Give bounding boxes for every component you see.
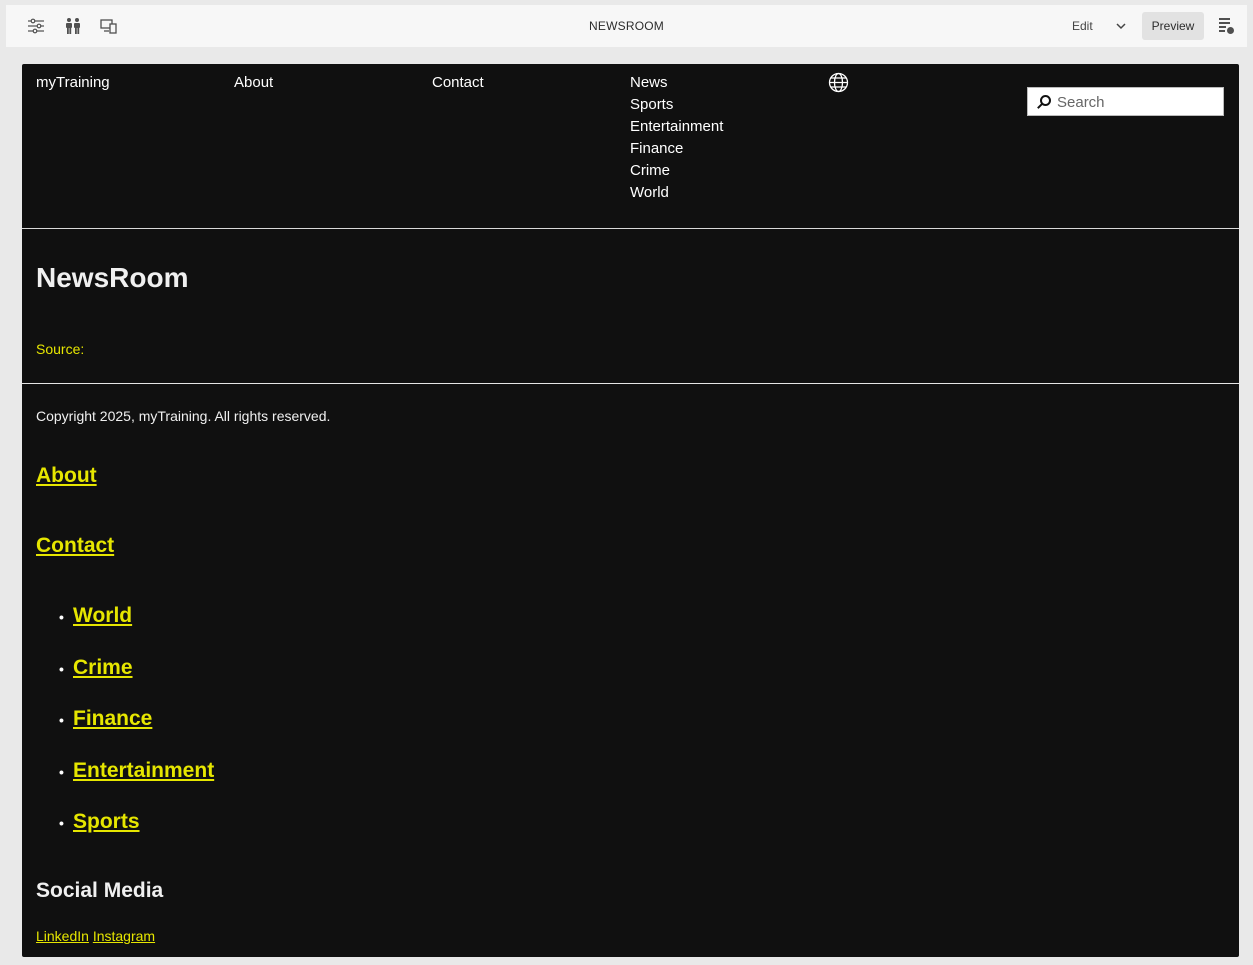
footer-entertainment-link[interactable]: Entertainment bbox=[73, 759, 214, 783]
bullet: • bbox=[59, 661, 64, 677]
page-title-toolbar: NEWSROOM bbox=[589, 19, 664, 33]
footer-finance-link[interactable]: Finance bbox=[73, 707, 152, 731]
page-canvas: myTraining About Contact News Sports Ent… bbox=[22, 64, 1239, 957]
globe-icon[interactable] bbox=[828, 72, 849, 93]
bullet: • bbox=[59, 712, 64, 728]
bullet: • bbox=[59, 609, 64, 625]
preview-button[interactable]: Preview bbox=[1142, 12, 1204, 40]
header-divider bbox=[22, 228, 1239, 229]
footer-divider bbox=[22, 383, 1239, 384]
edit-mode-label[interactable]: Edit bbox=[1072, 19, 1093, 33]
nav-world[interactable]: World bbox=[630, 182, 723, 204]
nav-crime[interactable]: Crime bbox=[630, 160, 723, 182]
nav-finance[interactable]: Finance bbox=[630, 138, 723, 160]
nav-contact[interactable]: Contact bbox=[432, 74, 484, 91]
copyright-text: Copyright 2025, myTraining. All rights r… bbox=[36, 408, 331, 424]
chevron-down-icon[interactable] bbox=[1114, 19, 1128, 33]
bullet: • bbox=[59, 764, 64, 780]
social-media-heading: Social Media bbox=[36, 879, 164, 902]
footer-crime-link[interactable]: Crime bbox=[73, 656, 133, 680]
footer-contact-link[interactable]: Contact bbox=[36, 534, 114, 558]
nav-news[interactable]: News bbox=[630, 72, 723, 94]
page-title: NewsRoom bbox=[36, 262, 189, 293]
nav-news-list: News Sports Entertainment Finance Crime … bbox=[630, 72, 723, 204]
nav-sports[interactable]: Sports bbox=[630, 94, 723, 116]
nav-entertainment[interactable]: Entertainment bbox=[630, 116, 723, 138]
instagram-link[interactable]: Instagram bbox=[93, 928, 155, 944]
bullet: • bbox=[59, 815, 64, 831]
search-box bbox=[1027, 87, 1224, 116]
nav-brand[interactable]: myTraining bbox=[36, 74, 110, 91]
emulator-icon[interactable] bbox=[1216, 16, 1236, 36]
footer-about-link[interactable]: About bbox=[36, 464, 97, 488]
footer-sports-link[interactable]: Sports bbox=[73, 810, 140, 834]
social-links: LinkedIn Instagram bbox=[36, 928, 155, 944]
search-input[interactable] bbox=[1057, 91, 1217, 113]
footer-world-link[interactable]: World bbox=[73, 604, 132, 628]
editor-toolbar: NEWSROOM Edit Preview bbox=[6, 5, 1247, 47]
source-label: Source: bbox=[36, 341, 85, 357]
nav-about[interactable]: About bbox=[234, 74, 273, 91]
search-icon[interactable] bbox=[1036, 94, 1052, 110]
linkedin-link[interactable]: LinkedIn bbox=[36, 928, 89, 944]
